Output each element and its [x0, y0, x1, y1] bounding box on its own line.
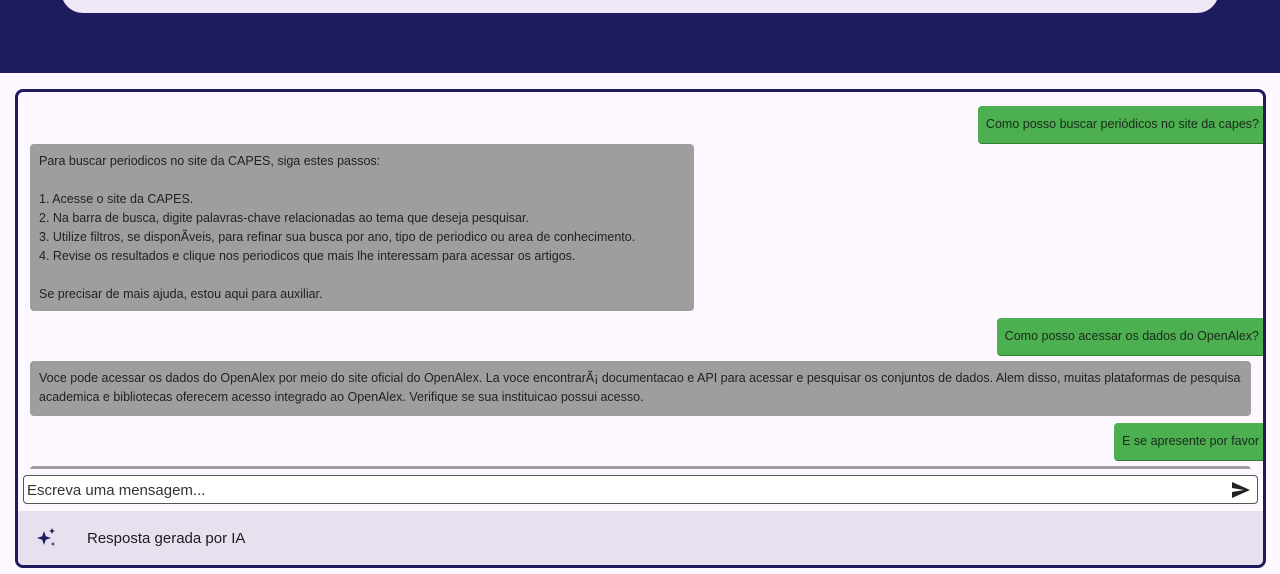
assistant-message-text: Voce pode acessar os dados do OpenAlex p…	[39, 371, 1241, 404]
message-input-box	[23, 475, 1258, 504]
sparkle-icon	[36, 527, 58, 549]
assistant-message-line: Para buscar periodicos no site da CAPES,…	[39, 154, 381, 168]
message-input[interactable]	[27, 479, 1217, 501]
assistant-message-line: 4. Revise os resultados e clique nos per…	[39, 249, 576, 263]
user-message-text: Como posso buscar periódicos no site da …	[985, 117, 1259, 131]
user-message: Como posso buscar periódicos no site da …	[977, 106, 1263, 144]
assistant-message-line	[39, 171, 685, 190]
assistant-message-line: Se precisar de mais ajuda, estou aqui pa…	[39, 287, 323, 301]
user-message: E se apresente por favor	[1114, 423, 1263, 461]
ai-disclaimer-label: Resposta gerada por IA	[87, 529, 246, 547]
message-list[interactable]: Como posso buscar periódicos no site da …	[18, 92, 1263, 469]
assistant-message: Voce pode acessar os dados do OpenAlex p…	[30, 361, 1251, 416]
assistant-message-line: 2. Na barra de busca, digite palavras-ch…	[39, 211, 529, 225]
assistant-message-line	[39, 266, 685, 285]
send-button[interactable]	[1229, 479, 1253, 501]
header-search-bar[interactable]	[61, 0, 1219, 13]
send-icon	[1232, 482, 1250, 498]
assistant-message-line: 1. Acesse o site da CAPES.	[39, 192, 194, 206]
app-header	[0, 0, 1280, 73]
user-message: Como posso acessar os dados do OpenAlex?	[996, 318, 1263, 356]
assistant-message: Para buscar periodicos no site da CAPES,…	[30, 144, 694, 311]
assistant-message-partial	[30, 466, 1251, 469]
user-message-text: E se apresente por favor	[1122, 434, 1259, 448]
ai-disclaimer-bar: Resposta gerada por IA	[18, 511, 1263, 565]
assistant-message-line: 3. Utilize filtros, se disponÃveis, para…	[39, 230, 636, 244]
user-message-text: Como posso acessar os dados do OpenAlex?	[1004, 329, 1259, 343]
chat-panel: Como posso buscar periódicos no site da …	[15, 89, 1266, 568]
